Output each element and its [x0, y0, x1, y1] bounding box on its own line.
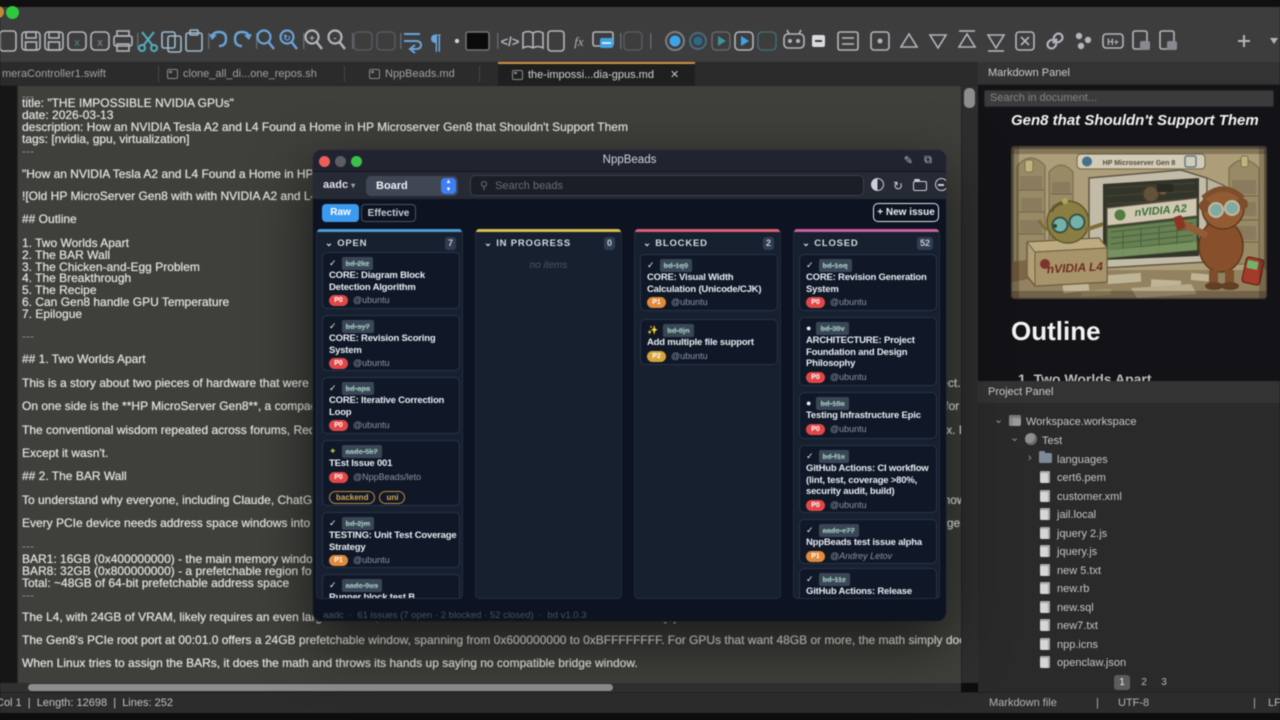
svg-text:x: x — [74, 37, 80, 49]
svg-text:</>: </> — [501, 34, 520, 49]
svg-text:-: - — [334, 33, 337, 43]
svg-text:↻: ↻ — [283, 33, 291, 43]
svg-text:¶: ¶ — [430, 29, 442, 54]
svg-text:H+: H+ — [1107, 37, 1119, 47]
svg-text:+: + — [309, 33, 314, 43]
svg-text:x: x — [97, 37, 103, 49]
svg-text:fx: fx — [574, 34, 584, 49]
